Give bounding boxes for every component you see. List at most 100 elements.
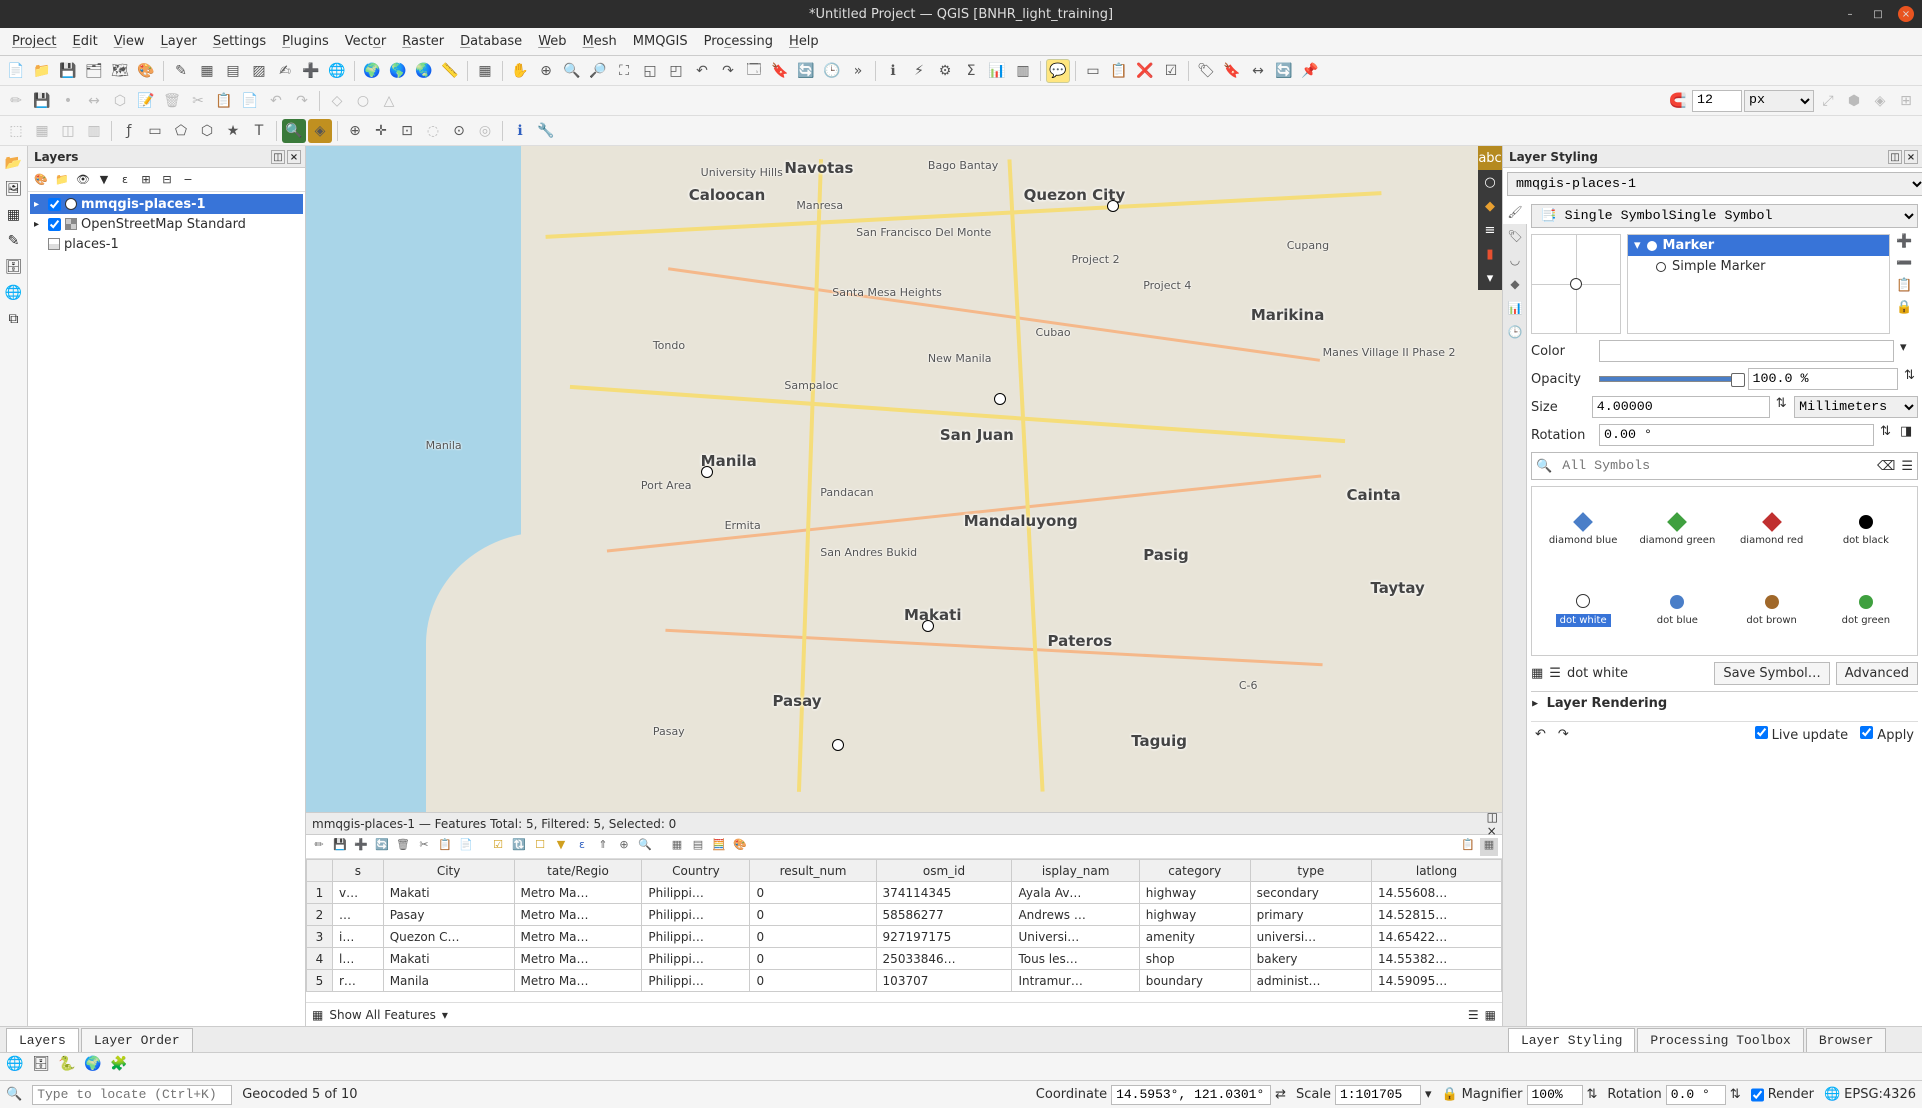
- attr-invert-icon[interactable]: 🔃: [510, 838, 528, 856]
- layers-remove-icon[interactable]: −: [179, 171, 197, 189]
- georef4-icon[interactable]: ▥: [82, 119, 106, 143]
- data-source-db-icon[interactable]: 🗄: [3, 256, 25, 278]
- layers-expand-icon[interactable]: ⊞: [137, 171, 155, 189]
- layer-visibility-checkbox[interactable]: [48, 218, 61, 231]
- attr-field-calc-icon[interactable]: 🧮: [710, 838, 728, 856]
- attr-copy-icon[interactable]: 📋: [436, 838, 454, 856]
- opacity-slider[interactable]: [1599, 376, 1742, 382]
- map-feature-marker[interactable]: [1107, 200, 1119, 212]
- plugin2-icon[interactable]: ◈: [308, 119, 332, 143]
- new-project-icon[interactable]: 📄: [4, 59, 28, 83]
- tips-icon[interactable]: 💬: [1046, 59, 1070, 83]
- stats-icon[interactable]: 📊: [985, 59, 1009, 83]
- attr-zoom-to-icon[interactable]: 🔍: [636, 838, 654, 856]
- map-feature-marker[interactable]: [994, 393, 1006, 405]
- attr-pan-to-icon[interactable]: ⊕: [615, 838, 633, 856]
- toggle-editing-icon[interactable]: ✏: [4, 89, 28, 113]
- attr-footer-filter-icon[interactable]: ▦: [312, 1008, 323, 1022]
- layers-tree[interactable]: ▸mmqgis-places-1▸OpenStreetMap Standardp…: [28, 192, 305, 1026]
- symbol-tree-marker[interactable]: ▾Marker: [1628, 235, 1889, 256]
- select-expr-icon[interactable]: ▭: [143, 119, 167, 143]
- opacity-input[interactable]: [1748, 368, 1899, 390]
- add-mesh-icon[interactable]: ▨: [247, 59, 271, 83]
- menu-project[interactable]: Project: [4, 30, 65, 53]
- map-side-circle-icon[interactable]: ○: [1478, 170, 1502, 194]
- georef2-icon[interactable]: ▦: [30, 119, 54, 143]
- layers-collapse-icon[interactable]: ⊟: [158, 171, 176, 189]
- attr-col-header[interactable]: s: [333, 860, 384, 882]
- layer-visibility-checkbox[interactable]: [48, 198, 61, 211]
- status-plugin-icon[interactable]: 🧩: [108, 1056, 130, 1078]
- attr-col-header[interactable]: City: [383, 860, 514, 882]
- attr-deselect-icon[interactable]: ☐: [531, 838, 549, 856]
- tab-browser[interactable]: Browser: [1806, 1028, 1887, 1052]
- menu-plugins[interactable]: Plugins: [274, 30, 337, 53]
- opacity-spinner[interactable]: ⇅: [1904, 368, 1918, 390]
- coord-toggle-icon[interactable]: ⇄: [1275, 1087, 1286, 1102]
- attr-save-icon[interactable]: 💾: [331, 838, 349, 856]
- layer-rendering-section[interactable]: ▸ Layer Rendering: [1531, 691, 1918, 715]
- styling-tab-labels-icon[interactable]: 🏷: [1503, 224, 1527, 248]
- styling-close-button[interactable]: ×: [1904, 150, 1918, 164]
- table-icon[interactable]: ▦: [473, 59, 497, 83]
- attr-conditional-icon[interactable]: 🎨: [731, 838, 749, 856]
- map-side-expand-icon[interactable]: ▾: [1478, 266, 1502, 290]
- save-symbol-button[interactable]: Save Symbol…: [1714, 662, 1829, 685]
- tab-layers[interactable]: Layers: [6, 1028, 79, 1052]
- symbol-layer-tree[interactable]: ▾Marker Simple Marker: [1627, 234, 1890, 334]
- map-side-cube-icon[interactable]: ◆: [1478, 194, 1502, 218]
- symbol-gallery-item[interactable]: diamond green: [1632, 493, 1722, 568]
- attr-col-header[interactable]: isplay_nam: [1012, 860, 1139, 882]
- layers-add-group-icon[interactable]: 📁: [53, 171, 71, 189]
- attr-reload-icon[interactable]: 🔄: [373, 838, 391, 856]
- gallery-view-icon-icon[interactable]: ▦: [1531, 666, 1543, 681]
- symbol-gallery-item[interactable]: dot blue: [1632, 572, 1722, 649]
- menu-web[interactable]: Web: [530, 30, 574, 53]
- zoom-next-icon[interactable]: ↷: [716, 59, 740, 83]
- symbol-gallery-item[interactable]: dot green: [1821, 572, 1911, 649]
- measure-icon[interactable]: 📏: [438, 59, 462, 83]
- layers-filter-icon[interactable]: ▼: [95, 171, 113, 189]
- table-row[interactable]: 5r…ManilaMetro Ma…Philippi…0103707Intram…: [307, 970, 1502, 992]
- map-feature-marker[interactable]: [701, 466, 713, 478]
- styling-tab-history-icon[interactable]: 🕒: [1503, 320, 1527, 344]
- scale-input[interactable]: [1335, 1085, 1421, 1105]
- scale-dropdown-icon[interactable]: ▾: [1425, 1087, 1432, 1102]
- attr-col-header[interactable]: tate/Regio: [514, 860, 642, 882]
- styling-tab-diagrams-icon[interactable]: 📊: [1503, 296, 1527, 320]
- advanced-button[interactable]: Advanced: [1836, 662, 1918, 685]
- data-source-text-icon[interactable]: ✎: [3, 230, 25, 252]
- snap3-icon[interactable]: ◈: [1868, 89, 1892, 113]
- style-manager-icon[interactable]: 🎨: [134, 59, 158, 83]
- add-csv-icon[interactable]: ✍: [273, 59, 297, 83]
- layer-tree-row[interactable]: ▸mmqgis-places-1: [30, 194, 303, 214]
- attr-col-header[interactable]: Country: [642, 860, 750, 882]
- size-unit-select[interactable]: Millimeters: [1794, 396, 1918, 418]
- styling-layer-select[interactable]: mmqgis-places-1: [1507, 172, 1922, 196]
- symbol-duplicate-button[interactable]: 📋: [1896, 278, 1916, 298]
- save-as-icon[interactable]: 🗂: [82, 59, 106, 83]
- coords5-icon[interactable]: ⊙: [447, 119, 471, 143]
- menu-raster[interactable]: Raster: [394, 30, 452, 53]
- zoom-full-icon[interactable]: ⛶: [612, 59, 636, 83]
- more-icon[interactable]: »: [846, 59, 870, 83]
- wrench-icon[interactable]: 🔧: [534, 119, 558, 143]
- layers-panel-undock-button[interactable]: ◫: [271, 150, 285, 164]
- rotation-dd-button[interactable]: ◨: [1900, 424, 1918, 446]
- new-vector-icon[interactable]: ✎: [169, 59, 193, 83]
- rotation-input[interactable]: [1599, 424, 1874, 446]
- zoom-out-icon[interactable]: 🔎: [586, 59, 610, 83]
- add-wms-icon[interactable]: ➕: [299, 59, 323, 83]
- star-icon[interactable]: ★: [221, 119, 245, 143]
- menu-processing[interactable]: Processing: [696, 30, 781, 53]
- pan-icon[interactable]: ✋: [508, 59, 532, 83]
- refresh-icon[interactable]: 🔄: [794, 59, 818, 83]
- attr-select-all-icon[interactable]: ☑: [489, 838, 507, 856]
- menu-database[interactable]: Database: [452, 30, 530, 53]
- zoom-in-icon[interactable]: 🔍: [560, 59, 584, 83]
- map-side-aoi-icon[interactable]: abc: [1478, 146, 1502, 170]
- status-python-icon[interactable]: 🐍: [56, 1056, 78, 1078]
- attr-col-header[interactable]: category: [1139, 860, 1250, 882]
- data-source-raster-icon[interactable]: 🖼: [3, 178, 25, 200]
- rotation-spinner[interactable]: ⇅: [1880, 424, 1894, 446]
